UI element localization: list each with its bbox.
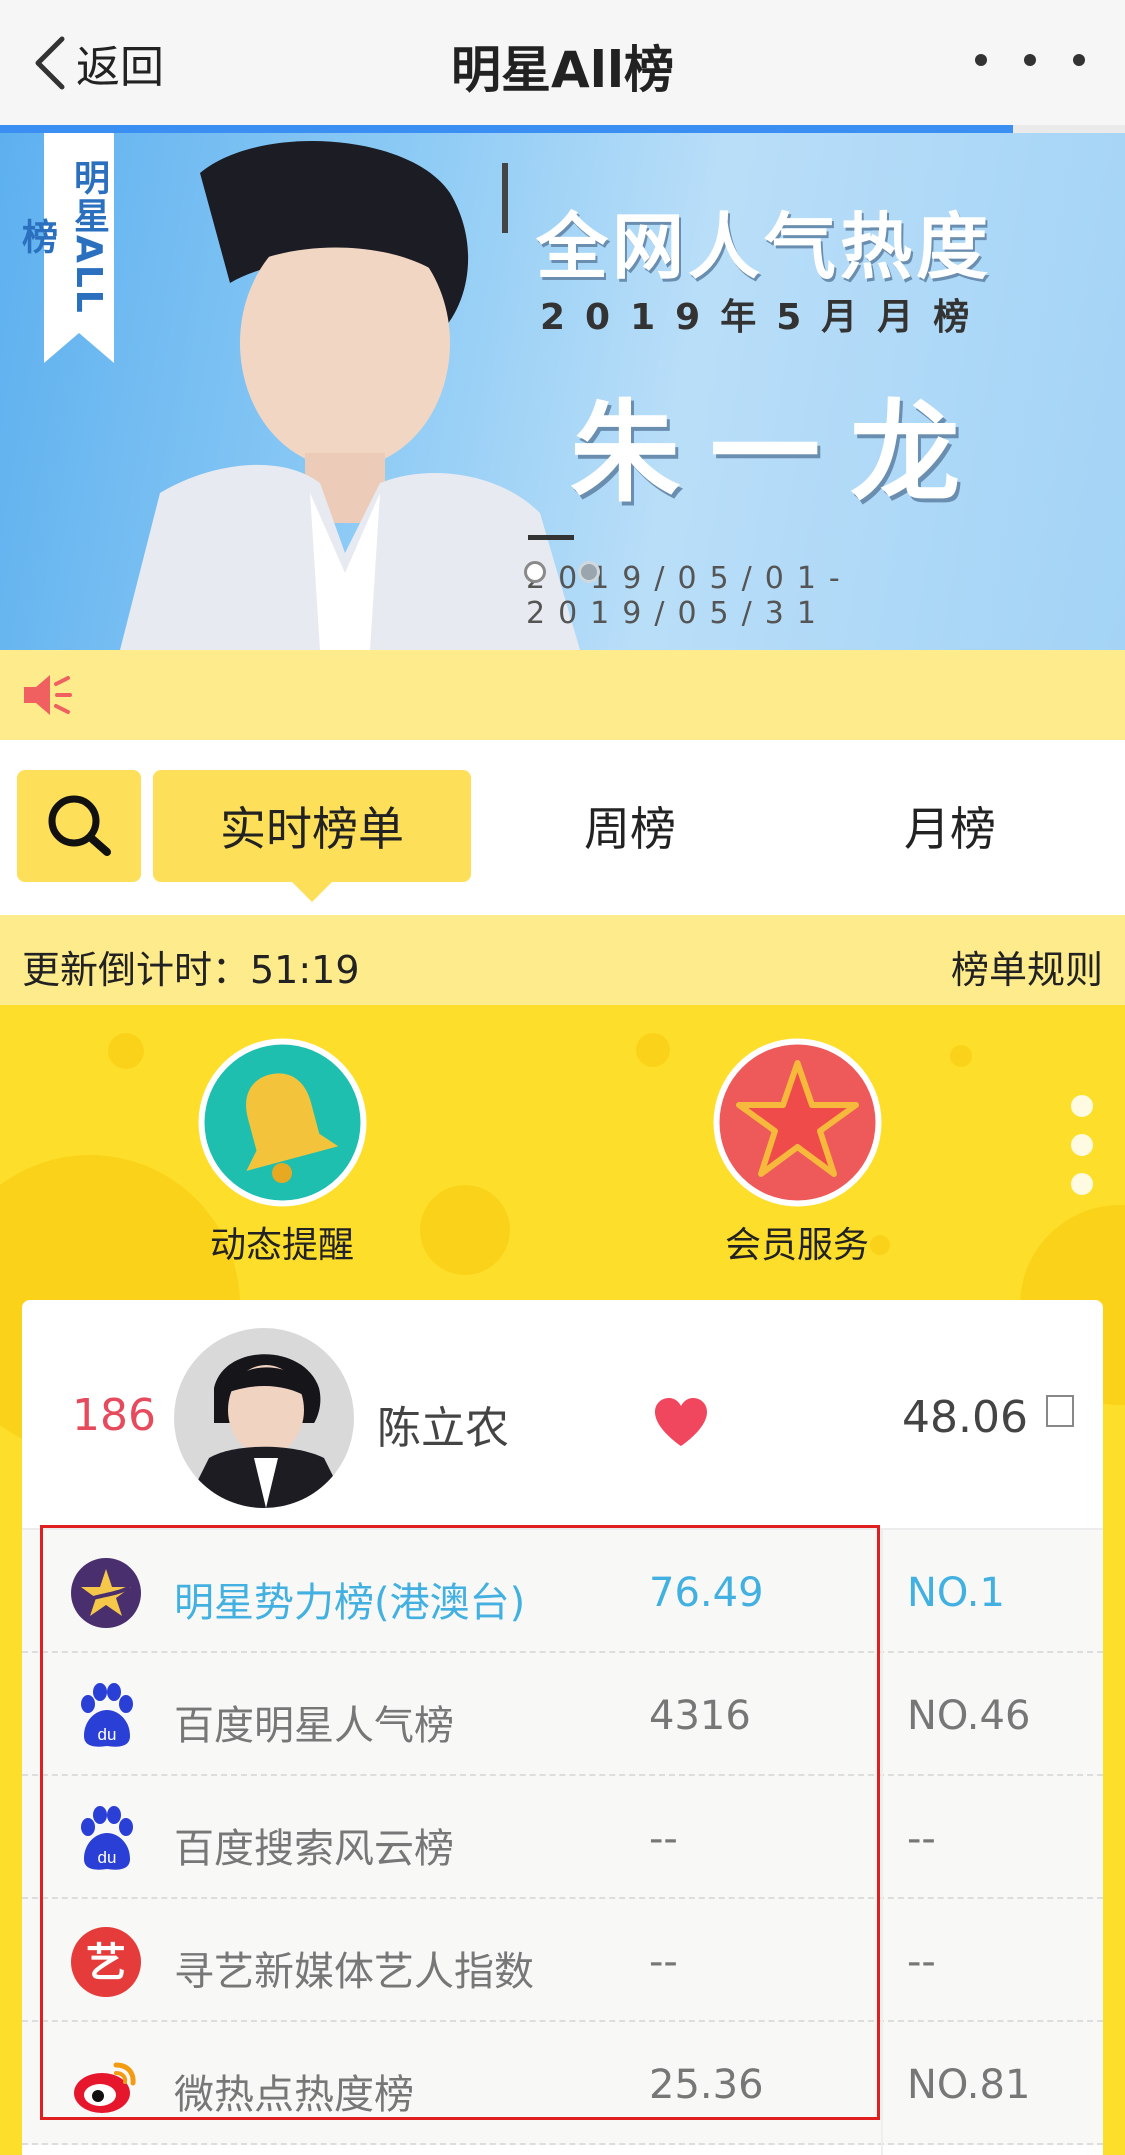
select-checkbox[interactable]: [1046, 1395, 1074, 1427]
xunyi-logo-icon: 艺: [71, 1927, 141, 1997]
tab-realtime[interactable]: 实时榜单: [153, 770, 471, 902]
notification-label: 动态提醒: [209, 1225, 354, 1266]
svg-text:du: du: [98, 1725, 117, 1744]
back-button[interactable]: 返回: [30, 28, 164, 98]
more-dot-icon: [1073, 54, 1085, 66]
banner-headline: 全网人气热度: [536, 205, 993, 289]
decor-bubble: [420, 1185, 510, 1275]
ranking-value: 76.49: [649, 1570, 764, 1616]
celebrity-score: 48.06: [902, 1392, 1028, 1443]
banner-tag: 明星ALL榜: [16, 133, 114, 363]
star-logo-icon: [71, 1558, 141, 1628]
rules-link[interactable]: 榜单规则: [951, 939, 1103, 994]
progress-fill: [0, 125, 1013, 133]
carousel-dot[interactable]: [578, 561, 600, 583]
back-label: 返回: [76, 42, 164, 93]
banner-subtitle: 2019年5月月榜: [540, 297, 990, 338]
banner-carousel[interactable]: 明星ALL榜 全网人气热度 2019年5月月榜 朱一龙 2019/05/01-2…: [0, 133, 1125, 650]
carousel-dot-active[interactable]: [524, 561, 546, 583]
ranking-position: NO.1: [907, 1570, 1005, 1616]
ranking-name: 明星势力榜(港澳台): [174, 1580, 526, 1626]
ranking-name: 百度搜索风云榜: [174, 1826, 454, 1872]
carousel-indicator: [524, 561, 600, 583]
ranking-position: --: [907, 1816, 936, 1862]
celebrity-rank: 186: [72, 1390, 156, 1441]
countdown-text: 更新倒计时：51:19: [22, 948, 360, 992]
notice-bar: [0, 650, 1125, 740]
ranking-row[interactable]: du 百度明星人气榜 4316 NO.46: [22, 1653, 1103, 1776]
ranking-value: 25.36: [649, 2062, 764, 2108]
ranking-row[interactable]: du 百度搜索风云榜 -- --: [22, 1776, 1103, 1899]
notification-button[interactable]: 动态提醒: [187, 1035, 377, 1268]
dot-icon: [1071, 1173, 1093, 1195]
membership-button[interactable]: 会员服务: [702, 1035, 892, 1268]
search-icon: [48, 795, 111, 856]
more-dot-icon: [975, 54, 987, 66]
banner-dates: 2019/05/01-2019/05/31: [526, 561, 853, 631]
tab-monthly[interactable]: 月榜: [815, 770, 1085, 882]
chevron-left-icon: [35, 36, 65, 90]
celebrity-name: 陈立农: [377, 1403, 509, 1454]
bell-icon: [198, 1038, 366, 1207]
celebrity-portrait-image: [120, 140, 580, 650]
star-icon: [713, 1038, 881, 1207]
ranking-row[interactable]: 明星势力榜(港澳台) 76.49 NO.1: [22, 1530, 1103, 1653]
heart-icon[interactable]: [652, 1396, 710, 1448]
more-dot-icon: [1024, 54, 1036, 66]
countdown-bar: 更新倒计时：51:19 榜单规则: [0, 915, 1125, 1005]
ranking-row[interactable]: 微热点热度榜 25.36 NO.81: [22, 2022, 1103, 2145]
membership-label: 会员服务: [724, 1225, 869, 1266]
banner-accent-bar: [502, 163, 508, 233]
dot-icon: [1071, 1095, 1093, 1117]
baidu-paw-icon: du: [81, 1683, 133, 1747]
svg-text:艺: 艺: [86, 1940, 126, 1986]
page-load-progress: [0, 125, 1125, 133]
ranking-name: 微热点热度榜: [174, 2072, 414, 2118]
search-button[interactable]: [17, 770, 141, 882]
more-menu-button[interactable]: [975, 40, 1085, 80]
tab-weekly[interactable]: 周榜: [495, 770, 765, 882]
decor-bubble: [108, 1033, 144, 1069]
ranking-name: 寻艺新媒体艺人指数: [174, 1949, 534, 1995]
speaker-icon: [24, 675, 72, 715]
avatar: [174, 1328, 354, 1508]
ranking-value: --: [649, 1816, 678, 1862]
column-divider: [881, 1530, 883, 2155]
more-options-button[interactable]: [1067, 1095, 1097, 1195]
banner-celebrity-name: 朱一龙: [570, 389, 990, 517]
baidu-paw-icon: du: [81, 1806, 133, 1870]
decor-bubble: [950, 1045, 972, 1067]
banner-dash: [528, 535, 574, 540]
celebrity-summary-row[interactable]: 186 陈立农 48.06: [22, 1300, 1103, 1530]
weibo-logo-icon: [74, 2062, 136, 2113]
celebrity-card: 186 陈立农 48.06 明星势力榜(港澳台) 76.49 NO.1 du 百…: [22, 1300, 1103, 2155]
ranking-tabs: 实时榜单 周榜 月榜: [0, 740, 1125, 915]
ranking-position: --: [907, 1939, 936, 1985]
ranking-position: NO.81: [907, 2062, 1031, 2108]
navigation-bar: 返回 明星All榜: [0, 0, 1125, 125]
ranking-value: 4316: [649, 1693, 751, 1739]
ranking-position: NO.46: [907, 1693, 1031, 1739]
dot-icon: [1071, 1134, 1093, 1156]
ranking-name: 百度明星人气榜: [174, 1703, 454, 1749]
svg-text:du: du: [98, 1848, 117, 1867]
page-title: 明星All榜: [451, 41, 674, 99]
ranking-value: --: [649, 1939, 678, 1985]
ranking-row[interactable]: 艺 寻艺新媒体艺人指数 -- --: [22, 1899, 1103, 2022]
decor-bubble: [636, 1033, 670, 1067]
